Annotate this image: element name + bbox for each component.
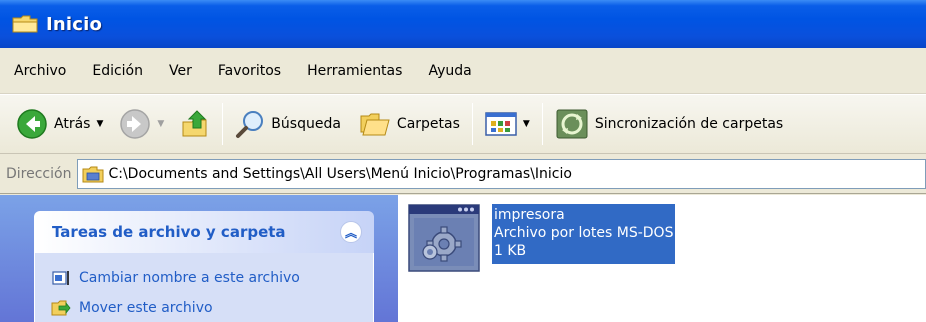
folders-label: Carpetas [396, 116, 460, 132]
file-type: Archivo por lotes MS-DOS [494, 225, 674, 241]
views-icon [485, 112, 517, 136]
file-info-selected[interactable]: impresora Archivo por lotes MS-DOS 1 KB [492, 204, 676, 264]
sync-folders-button[interactable]: Sincronización de carpetas [551, 102, 787, 146]
toolbar-separator [222, 103, 224, 145]
window-title: Inicio [46, 13, 103, 35]
menu-favoritos[interactable]: Favoritos [218, 63, 281, 79]
address-bar: Dirección C:\Documents and Settings\All … [0, 154, 926, 194]
menu-ver[interactable]: Ver [169, 63, 192, 79]
chevron-down-icon[interactable]: ▼ [157, 119, 164, 129]
views-button[interactable]: ▼ [481, 102, 534, 146]
folder-icon [82, 166, 104, 182]
folder-icon [12, 15, 38, 33]
search-label: Búsqueda [271, 116, 341, 132]
file-size: 1 KB [494, 243, 527, 259]
task-move-file[interactable]: Mover este archivo [51, 293, 373, 322]
address-input[interactable]: C:\Documents and Settings\All Users\Menú… [77, 158, 926, 189]
chevron-down-icon[interactable]: ▼ [523, 119, 530, 129]
task-rename-label: Cambiar nombre a este archivo [79, 270, 300, 286]
file-item-impresora[interactable]: impresora Archivo por lotes MS-DOS 1 KB [408, 204, 676, 272]
up-folder-icon [182, 110, 207, 137]
task-panel-header[interactable]: Tareas de archivo y carpeta ︽ [34, 211, 374, 253]
address-label: Dirección [6, 165, 72, 182]
file-name: impresora [494, 207, 565, 223]
folders-button[interactable]: Carpetas [355, 102, 464, 146]
rename-icon [52, 271, 69, 285]
toolbar-separator [541, 103, 543, 145]
batch-file-icon [408, 204, 480, 272]
file-list-area[interactable]: impresora Archivo por lotes MS-DOS 1 KB [398, 195, 926, 322]
search-button[interactable]: Búsqueda [231, 102, 345, 146]
menu-archivo[interactable]: Archivo [14, 63, 66, 79]
title-bar[interactable]: Inicio [0, 0, 926, 48]
folders-icon [360, 113, 390, 136]
back-arrow-icon [17, 109, 47, 139]
forward-arrow-icon [120, 109, 151, 139]
menu-edicion[interactable]: Edición [92, 63, 143, 79]
task-rename-file[interactable]: Cambiar nombre a este archivo [51, 263, 373, 293]
sync-icon [556, 109, 588, 139]
collapse-chevron-icon[interactable]: ︽ [340, 221, 362, 243]
back-button[interactable]: Atrás ▼ [12, 102, 107, 146]
toolbar-separator [471, 103, 473, 145]
forward-button[interactable]: ▼ [115, 102, 168, 146]
move-file-icon [51, 300, 71, 316]
search-icon [236, 111, 264, 138]
menu-herramientas[interactable]: Herramientas [307, 63, 402, 79]
up-folder-button[interactable] [176, 102, 214, 146]
file-folder-tasks-panel: Tareas de archivo y carpeta ︽ Cambiar no… [34, 211, 374, 322]
tasks-pane: Tareas de archivo y carpeta ︽ Cambiar no… [0, 195, 398, 322]
task-panel-title: Tareas de archivo y carpeta [52, 223, 286, 241]
sync-label: Sincronización de carpetas [594, 116, 784, 132]
menu-bar: Archivo Edición Ver Favoritos Herramient… [0, 48, 926, 94]
back-label: Atrás [54, 116, 91, 132]
task-move-label: Mover este archivo [79, 300, 213, 316]
menu-ayuda[interactable]: Ayuda [428, 63, 471, 79]
toolbar: Atrás ▼ ▼ Búsqueda Carpetas ▼ Sincroniza… [0, 94, 926, 154]
address-path: C:\Documents and Settings\All Users\Menú… [108, 165, 572, 182]
chevron-down-icon[interactable]: ▼ [96, 119, 103, 129]
task-panel-body: Cambiar nombre a este archivo Mover este… [34, 253, 374, 322]
